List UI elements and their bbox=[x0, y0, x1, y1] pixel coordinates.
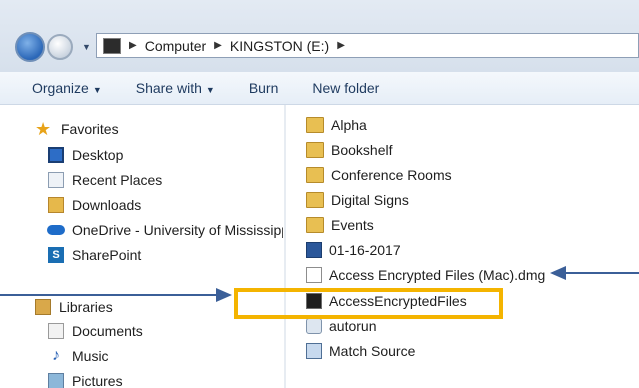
folder-icon bbox=[306, 192, 324, 208]
dropdown-arrow-icon: ▼ bbox=[205, 85, 215, 95]
file-row[interactable]: Alpha bbox=[306, 117, 367, 133]
nav-item-pictures[interactable]: Pictures bbox=[48, 373, 123, 388]
nav-item-sharepoint[interactable]: S SharePoint bbox=[48, 247, 141, 263]
nav-favorites[interactable]: ★ Favorites bbox=[35, 120, 119, 138]
breadcrumb-separator-icon[interactable]: ▶ bbox=[214, 40, 222, 51]
libraries-icon bbox=[35, 299, 51, 315]
annotation-arrow-right bbox=[566, 272, 639, 274]
arrow-head-icon bbox=[550, 266, 566, 280]
breadcrumb-drive[interactable]: KINGSTON (E:) bbox=[230, 38, 329, 54]
address-bar[interactable]: ▶ Computer ▶ KINGSTON (E:) ▶ bbox=[96, 33, 639, 58]
nav-item-onedrive[interactable]: OneDrive - University of Mississippi bbox=[47, 222, 283, 238]
dropdown-arrow-icon: ▼ bbox=[92, 85, 102, 95]
nav-libraries[interactable]: Libraries bbox=[35, 299, 113, 315]
pictures-icon bbox=[48, 373, 64, 388]
breadcrumb-separator-icon[interactable]: ▶ bbox=[129, 40, 137, 51]
word-document-icon bbox=[306, 242, 322, 258]
file-row[interactable]: Access Encrypted Files (Mac).dmg bbox=[306, 267, 545, 283]
desktop-icon bbox=[48, 147, 64, 163]
folder-icon bbox=[306, 142, 324, 158]
forward-arrow-icon[interactable] bbox=[47, 34, 73, 60]
nav-item-downloads[interactable]: Downloads bbox=[48, 197, 141, 213]
autorun-icon bbox=[306, 318, 322, 334]
folder-icon bbox=[306, 117, 324, 133]
annotation-arrow-left bbox=[0, 294, 219, 296]
favorites-star-icon: ★ bbox=[35, 119, 52, 139]
file-row[interactable]: Match Source bbox=[306, 343, 415, 359]
downloads-icon bbox=[48, 197, 64, 213]
organize-button[interactable]: Organize ▼ bbox=[0, 80, 119, 96]
chevron-down-icon[interactable]: ▼ bbox=[82, 42, 91, 52]
navigation-pane: ★ Favorites Desktop Recent Places Downlo… bbox=[0, 105, 283, 388]
recent-places-icon bbox=[48, 172, 64, 188]
back-arrow-icon[interactable] bbox=[15, 32, 45, 62]
sharepoint-icon: S bbox=[48, 247, 64, 263]
documents-icon bbox=[48, 323, 64, 339]
file-row[interactable]: Bookshelf bbox=[306, 142, 392, 158]
file-row[interactable]: 01-16-2017 bbox=[306, 242, 401, 258]
nav-item-desktop[interactable]: Desktop bbox=[48, 147, 123, 163]
arrow-head-icon bbox=[216, 288, 232, 302]
file-row[interactable]: autorun bbox=[306, 318, 376, 334]
folder-icon bbox=[306, 217, 324, 233]
file-row[interactable]: Digital Signs bbox=[306, 192, 409, 208]
new-folder-button[interactable]: New folder bbox=[295, 80, 396, 96]
file-row[interactable]: Conference Rooms bbox=[306, 167, 452, 183]
file-row[interactable]: Events bbox=[306, 217, 374, 233]
computer-root-icon bbox=[103, 37, 121, 54]
nav-item-documents[interactable]: Documents bbox=[48, 323, 143, 339]
breadcrumb-separator-icon[interactable]: ▶ bbox=[337, 40, 345, 51]
share-with-button[interactable]: Share with ▼ bbox=[119, 80, 232, 96]
file-icon bbox=[306, 267, 322, 283]
nav-item-music[interactable]: ♪ Music bbox=[48, 347, 109, 365]
highlight-box bbox=[234, 288, 503, 319]
burn-button[interactable]: Burn bbox=[232, 80, 296, 96]
command-toolbar: Organize ▼ Share with ▼ Burn New folder bbox=[0, 72, 639, 105]
onedrive-icon bbox=[47, 225, 65, 235]
pane-divider[interactable] bbox=[284, 105, 286, 388]
folder-icon bbox=[306, 167, 324, 183]
music-icon: ♪ bbox=[52, 347, 60, 364]
match-source-icon bbox=[306, 343, 322, 359]
breadcrumb-computer[interactable]: Computer bbox=[145, 38, 206, 54]
nav-item-recent-places[interactable]: Recent Places bbox=[48, 172, 162, 188]
